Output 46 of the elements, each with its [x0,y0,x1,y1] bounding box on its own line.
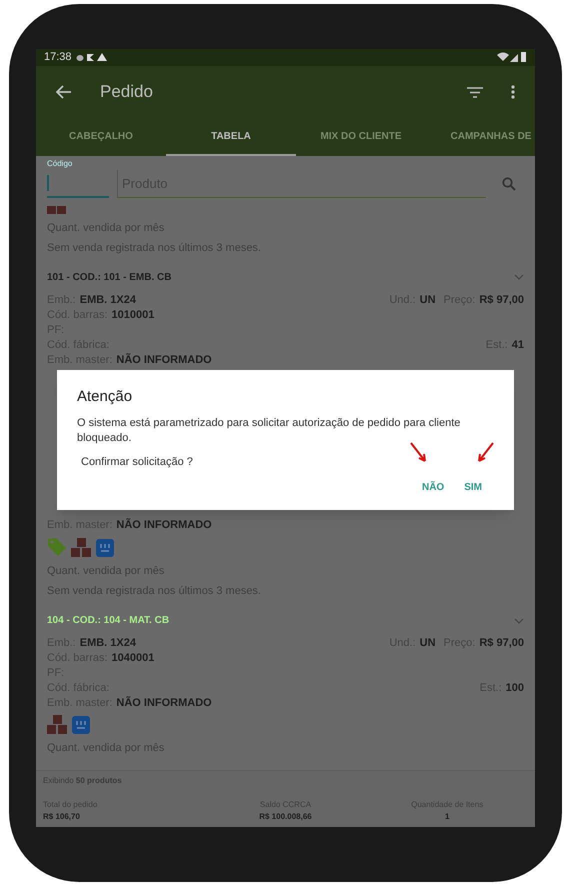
chevron-down-icon[interactable] [514,618,524,624]
dialog-button[interactable]: NÃO [422,480,444,495]
field-value: EMB. 1X24 [80,636,136,651]
toolbar-title: Pedido [100,81,154,104]
field-value: 100 [506,681,524,696]
boxes-icon [47,206,67,214]
field-value: NÃO INFORMADO [116,352,212,368]
package-icon [72,716,90,734]
field-value: 1040001 [112,651,154,666]
boxes-icon [71,538,92,557]
tab[interactable]: MIX DO CLIENTE [296,118,426,156]
total-value: R$ 100.008,66 [259,810,312,822]
tab[interactable]: CABEÇALHO [36,118,166,156]
field-value: NÃO INFORMADO [116,518,212,533]
field-value: 1010001 [112,308,154,322]
arrow-annotation-icon [476,442,494,464]
chevron-down-icon[interactable] [514,274,524,280]
field-value: EMB. 1X24 [80,292,136,308]
status-time: 17:38 [44,50,72,65]
more-menu-icon[interactable] [511,85,515,99]
package-icon [96,539,114,557]
total-value: R$ 106,70 [43,810,80,822]
dialog-question: Confirmar solicitação ? [80,455,193,470]
boxes-icon [47,715,68,734]
product-header: 104 - COD.: 104 - MAT. CB [47,614,170,628]
field-value: UN [420,292,436,308]
field-value: 41 [512,338,524,352]
arrow-annotation-icon [410,442,428,464]
tag-icon [47,537,67,557]
notification-icons [76,52,110,62]
field-value: NÃO INFORMADO [116,696,212,711]
tab[interactable]: CAMPANHAS DE [426,118,535,156]
back-arrow-icon[interactable] [56,85,72,99]
code-label: Código [47,158,74,170]
tab[interactable]: TABELA [166,118,296,156]
search-icon[interactable] [502,176,516,190]
field-value: R$ 97,00 [479,292,524,308]
dialog-title: Atenção [77,386,134,406]
total-value: 1 [444,810,450,822]
field-value: R$ 97,00 [479,636,524,651]
dialog-message: O sistema está parametrizado para solicitar autorização de pedido para cliente bloqueado. [77,416,462,446]
dialog-button[interactable]: SIM [464,480,482,495]
product-header: 101 - COD.: 101 - EMB. CB [47,270,172,284]
filter-icon[interactable] [467,86,483,98]
signal-battery-icon [497,52,527,62]
field-value: UN [420,636,436,651]
